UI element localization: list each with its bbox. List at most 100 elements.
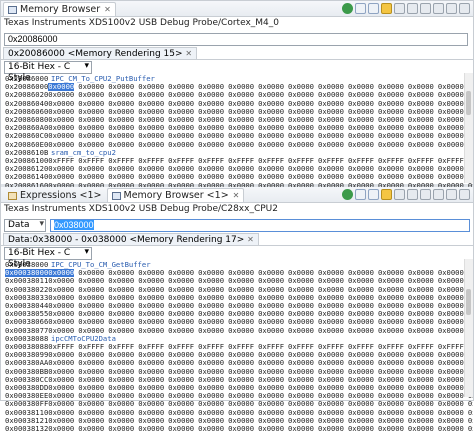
memory-cell[interactable]: 0x0000 <box>228 140 254 149</box>
maximize-icon[interactable] <box>459 189 470 200</box>
address-input[interactable]: 0x20086000 <box>4 32 468 46</box>
memory-cell[interactable]: 0x0000 <box>198 408 224 417</box>
memory-cell[interactable]: 0x0000 <box>288 326 314 335</box>
memory-cell[interactable]: 0x0000 <box>288 416 314 425</box>
import-icon[interactable] <box>355 3 366 14</box>
memory-cell[interactable]: 0x0000 <box>78 408 104 417</box>
new-tab-icon[interactable] <box>407 3 418 14</box>
memory-cell[interactable]: 0x0000 <box>468 424 473 433</box>
memory-row[interactable]: 0x00038132 0x0000 0x0000 0x0000 0x0000 0x0000… <box>5 424 473 433</box>
memory-cell[interactable]: 0x0000 <box>138 416 164 425</box>
memory-cell[interactable]: 0x0000 <box>318 424 344 433</box>
memory-cell[interactable]: 0x0000 <box>228 408 254 417</box>
vertical-scrollbar[interactable] <box>464 73 473 183</box>
close-icon[interactable]: ✕ <box>104 5 111 14</box>
link-icon[interactable] <box>394 3 405 14</box>
memory-cell[interactable]: 0x0000 <box>78 416 104 425</box>
memory-cell[interactable]: 0x0000 <box>258 400 284 408</box>
memory-cell[interactable]: 0x0000 <box>228 416 254 425</box>
memory-cell[interactable]: 0x0000 <box>378 326 404 335</box>
memory-cell[interactable]: 0x0000 <box>318 416 344 425</box>
memory-cell[interactable]: 0x0000 <box>438 424 464 433</box>
memory-cell[interactable]: 0x0000 <box>408 416 434 425</box>
memory-grid[interactable]: 0x20086000IPC_CM_To_CPU2_PutBuffer0x2008… <box>1 75 473 198</box>
memory-cell[interactable]: 0x0000 <box>378 424 404 433</box>
memory-cell[interactable]: 0x0000 <box>168 424 194 433</box>
close-icon[interactable]: ✕ <box>185 49 192 58</box>
memory-cell[interactable]: 0x0000 <box>198 416 224 425</box>
import-icon[interactable] <box>355 189 366 200</box>
memory-cell[interactable]: 0x0000 <box>108 400 134 408</box>
memory-cell[interactable]: 0x0000 <box>378 416 404 425</box>
memory-cell[interactable]: 0x0000 <box>438 416 464 425</box>
memory-cell[interactable]: 0x0000 <box>468 400 473 408</box>
memory-cell[interactable]: 0x0000 <box>468 416 473 425</box>
memory-cell[interactable]: 0x0000 <box>318 326 344 335</box>
memory-cell[interactable]: 0x0000 <box>318 400 344 408</box>
tab-memory-rendering[interactable]: 0x20086000 <Memory Rendering 15> ✕ <box>3 46 198 59</box>
memory-cell[interactable]: 0x0000 <box>258 140 284 149</box>
new-tab-icon[interactable] <box>407 189 418 200</box>
scroll-thumb[interactable] <box>466 289 471 315</box>
memory-cell[interactable]: 0x0000 <box>288 400 314 408</box>
memory-cell[interactable]: 0x0000 <box>138 424 164 433</box>
memory-cell[interactable]: 0x0000 <box>348 408 374 417</box>
pin-icon[interactable] <box>420 189 431 200</box>
memory-cell[interactable]: 0x0000 <box>258 326 284 335</box>
save-icon[interactable] <box>381 3 392 14</box>
memory-cell[interactable]: 0x0000 <box>138 140 164 149</box>
memory-grid[interactable]: 0x00038000IPC_CPU_To_CM_GetBuffer0x00038… <box>1 261 473 433</box>
memory-cell[interactable]: 0x0000 <box>198 140 224 149</box>
memory-cell[interactable]: 0x0000 <box>258 416 284 425</box>
memory-cell[interactable]: 0x0000 <box>228 424 254 433</box>
scroll-thumb[interactable] <box>466 91 471 115</box>
memory-cell[interactable]: 0x0000 <box>408 408 434 417</box>
memory-cell[interactable]: 0x0000 <box>108 408 134 417</box>
memory-cell[interactable]: 0x0000 <box>348 424 374 433</box>
memory-row[interactable]: 0x000380FF 0x0000 0x0000 0x0000 0x0000 0x0000… <box>5 400 473 408</box>
memory-cell[interactable]: 0x0000 <box>198 424 224 433</box>
refresh-icon[interactable] <box>342 189 353 200</box>
memory-cell[interactable]: 0x0000 <box>258 408 284 417</box>
memory-cell[interactable]: 0x0000 <box>168 326 194 335</box>
memory-cell[interactable]: 0x0000 <box>228 400 254 408</box>
export-icon[interactable] <box>368 189 379 200</box>
memory-cell[interactable]: 0x0000 <box>408 400 434 408</box>
memory-cell[interactable]: 0x0000 <box>228 326 254 335</box>
memory-cell[interactable]: 0x0000 <box>198 326 224 335</box>
memory-cell[interactable]: 0x0000 <box>48 416 74 425</box>
view-menu-icon[interactable] <box>433 189 444 200</box>
memory-cell[interactable]: 0x0000 <box>78 424 104 433</box>
memory-cell[interactable]: 0x0000 <box>168 416 194 425</box>
format-select[interactable]: 16-Bit Hex - C Style <box>4 247 92 269</box>
memory-cell[interactable]: 0x0000 <box>438 326 464 335</box>
tab-expressions[interactable]: Expressions <1> <box>3 188 107 202</box>
pin-icon[interactable] <box>420 3 431 14</box>
vertical-scrollbar[interactable] <box>464 259 473 397</box>
memory-cell[interactable]: 0x0000 <box>348 400 374 408</box>
close-icon[interactable]: ✕ <box>233 191 240 200</box>
memory-cell[interactable]: 0x0000 <box>438 400 464 408</box>
memory-row[interactable]: 0x00038121 0x0000 0x0000 0x0000 0x0000 0x0000… <box>5 416 473 425</box>
link-icon[interactable] <box>394 189 405 200</box>
refresh-icon[interactable] <box>342 3 353 14</box>
memory-cell[interactable]: 0x0000 <box>288 140 314 149</box>
memory-cell[interactable]: 0x0000 <box>408 140 434 149</box>
export-icon[interactable] <box>368 3 379 14</box>
maximize-icon[interactable] <box>459 3 470 14</box>
memory-cell[interactable]: 0x0000 <box>408 424 434 433</box>
format-select[interactable]: 16-Bit Hex - C Style <box>4 61 92 83</box>
memory-cell[interactable]: 0x0000 <box>48 424 74 433</box>
memory-cell[interactable]: 0x0000 <box>468 408 473 417</box>
memory-cell[interactable]: 0x0000 <box>318 140 344 149</box>
memory-cell[interactable]: 0x0000 <box>348 416 374 425</box>
close-icon[interactable]: ✕ <box>247 235 254 244</box>
memory-cell[interactable]: 0x0000 <box>168 400 194 408</box>
view-menu-icon[interactable] <box>433 3 444 14</box>
memory-cell[interactable]: 0x0000 <box>198 400 224 408</box>
memory-cell[interactable]: 0x0000 <box>348 140 374 149</box>
memory-cell[interactable]: 0x0000 <box>288 408 314 417</box>
memory-cell[interactable]: 0x0000 <box>288 424 314 433</box>
tab-memory-browser[interactable]: Memory Browser ✕ <box>3 2 116 16</box>
memory-cell[interactable]: 0x0000 <box>48 400 74 408</box>
